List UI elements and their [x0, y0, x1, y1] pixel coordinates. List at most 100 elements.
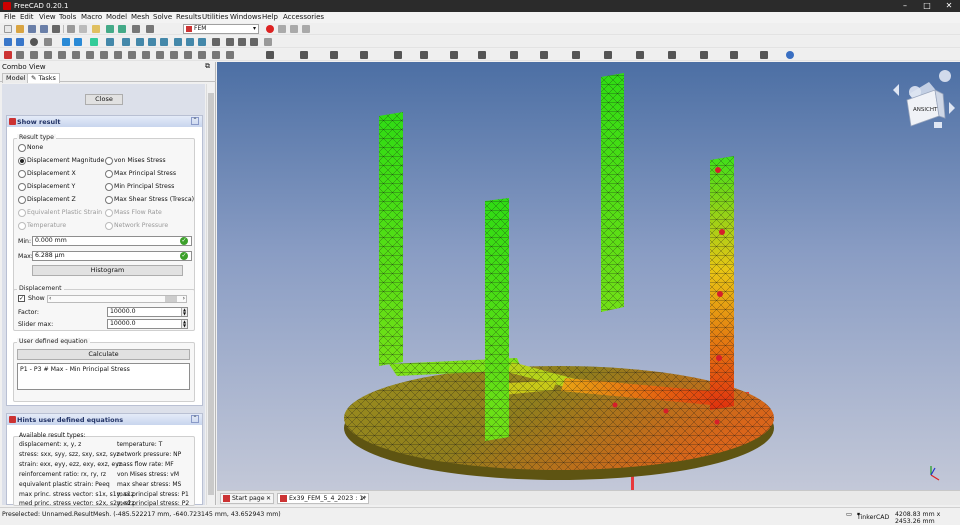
rotate-right-icon[interactable] — [939, 70, 951, 82]
measure-icon[interactable] — [212, 38, 220, 46]
top-view-icon[interactable] — [148, 38, 156, 46]
displacement-constraint-icon[interactable] — [72, 51, 80, 59]
mesh-region-icon[interactable] — [114, 51, 122, 59]
scrollbar-thumb[interactable] — [208, 93, 214, 495]
collapse-icon[interactable]: ⌃ — [191, 415, 199, 423]
show-checkbox[interactable]: ✓ — [18, 295, 25, 302]
front-view-icon[interactable] — [136, 38, 144, 46]
temperature-icon[interactable] — [394, 51, 402, 59]
pan-right-icon[interactable] — [949, 102, 955, 114]
tab-tasks[interactable]: ✎ Tasks — [27, 73, 60, 83]
show-result-icon[interactable] — [184, 51, 192, 59]
radio-max-shear[interactable]: Max Shear Stress (Tresca) — [105, 195, 194, 204]
fit-selection-icon[interactable] — [16, 38, 24, 46]
new-file-icon[interactable] — [4, 25, 12, 33]
histogram-button[interactable]: Histogram — [32, 265, 183, 276]
menu-tools[interactable]: Tools — [59, 13, 76, 21]
transform-icon[interactable] — [330, 51, 338, 59]
view-menu-icon[interactable] — [934, 122, 942, 128]
radio-none[interactable]: None — [18, 143, 43, 152]
paste-icon[interactable] — [92, 25, 100, 33]
radio-displacement-z[interactable]: Displacement Z — [18, 195, 76, 204]
tab-model[interactable]: Model — [2, 73, 30, 83]
initial-pressure-icon[interactable] — [478, 51, 486, 59]
scalar-clip-icon[interactable] — [212, 51, 220, 59]
menu-model[interactable]: Model — [106, 13, 127, 21]
material-icon[interactable] — [16, 51, 24, 59]
clipping-plane-icon[interactable] — [226, 38, 234, 46]
save-as-icon[interactable] — [40, 25, 48, 33]
radio-max-principal[interactable]: Max Principal Stress — [105, 169, 176, 178]
menu-edit[interactable]: Edit — [20, 13, 34, 21]
radio-displacement-x[interactable]: Displacement X — [18, 169, 76, 178]
arrow-left-icon[interactable] — [62, 38, 70, 46]
print-icon[interactable] — [52, 25, 60, 33]
sync-view-icon[interactable] — [90, 38, 98, 46]
warp-filter-icon[interactable] — [226, 51, 234, 59]
radio-min-principal[interactable]: Min Principal Stress — [105, 182, 174, 191]
heatflux-icon[interactable] — [360, 51, 368, 59]
close-task-button[interactable]: Close — [85, 94, 123, 105]
slider-thumb[interactable] — [165, 296, 177, 302]
min-value-field[interactable]: 0.000 mm — [32, 236, 192, 246]
displacement-slider[interactable]: ‹ › — [47, 295, 187, 303]
arrow-right-icon[interactable] — [74, 38, 82, 46]
planerotation-icon[interactable] — [604, 51, 612, 59]
sectionprint-icon[interactable] — [636, 51, 644, 59]
menu-file[interactable]: File — [4, 13, 16, 21]
refresh-icon[interactable] — [132, 25, 140, 33]
close-window-button[interactable]: ✕ — [938, 0, 960, 12]
navigation-cube[interactable]: ANSICHT — [893, 70, 955, 128]
pressure-constraint-icon[interactable] — [58, 51, 66, 59]
navigation-style-selector[interactable]: TinkerCAD ▾ — [857, 511, 889, 521]
spring-icon[interactable] — [572, 51, 580, 59]
close-tab-icon[interactable]: ✕ — [360, 495, 367, 502]
rear-view-icon[interactable] — [174, 38, 182, 46]
run-solver-icon[interactable] — [142, 51, 150, 59]
slider-max-spinbox[interactable]: 10000.0 ▲ ▼ — [107, 319, 188, 329]
menu-macro[interactable]: Macro — [81, 13, 102, 21]
macros-icon[interactable] — [290, 25, 298, 33]
undock-icon[interactable]: ⧉ — [205, 62, 210, 71]
maximize-button[interactable]: □ — [916, 0, 938, 12]
zoom-icon[interactable] — [106, 38, 114, 46]
clip-filter-icon[interactable] — [198, 51, 206, 59]
menu-results[interactable]: Results — [176, 13, 201, 21]
minimize-button[interactable]: – — [894, 0, 916, 12]
flow-velocity-icon[interactable] — [450, 51, 458, 59]
fit-all-icon[interactable] — [4, 38, 12, 46]
constraint-tie-icon[interactable] — [266, 51, 274, 59]
cut-icon[interactable] — [67, 25, 75, 33]
workbench-selector[interactable]: FEM ▾ — [183, 24, 259, 34]
sphere-icon[interactable] — [786, 51, 794, 59]
calculate-button[interactable]: Calculate — [17, 349, 190, 360]
open-file-icon[interactable] — [16, 25, 24, 33]
menu-utilities[interactable]: Utilities — [202, 13, 228, 21]
menu-accessories[interactable]: Accessories — [283, 13, 324, 21]
menu-view[interactable]: View — [39, 13, 56, 21]
beam-section-icon[interactable] — [730, 51, 738, 59]
radio-von-mises[interactable]: von Mises Stress — [105, 156, 166, 165]
force-constraint-icon[interactable] — [44, 51, 52, 59]
tab-start-page[interactable]: Start page ✕ — [220, 493, 274, 504]
isometric-view-icon[interactable] — [122, 38, 130, 46]
magnetization-icon[interactable] — [540, 51, 548, 59]
record-macro-icon[interactable] — [266, 25, 274, 33]
spin-arrows-icon[interactable]: ▲ ▼ — [181, 308, 187, 316]
close-tab-icon[interactable]: ✕ — [265, 495, 272, 502]
solver-icon[interactable] — [128, 51, 136, 59]
copy-icon[interactable] — [79, 25, 87, 33]
tab-document[interactable]: Ex39_FEM_5_4_2023 : 1* ✕ — [277, 493, 369, 504]
fixed-constraint-icon[interactable] — [30, 51, 38, 59]
centrif-icon[interactable] — [668, 51, 676, 59]
purge-results-icon[interactable] — [170, 51, 178, 59]
mesh-netgen-icon[interactable] — [86, 51, 94, 59]
selfweight-icon[interactable] — [700, 51, 708, 59]
analysis-container-icon[interactable] — [4, 51, 12, 59]
factor-spinbox[interactable]: 10000.0 ▲ ▼ — [107, 307, 188, 317]
radio-displacement-magnitude[interactable]: Displacement Magnitude — [18, 156, 104, 165]
results-icon[interactable] — [156, 51, 164, 59]
pan-left-icon[interactable] — [893, 84, 899, 96]
task-panel-scrollbar[interactable] — [206, 84, 214, 505]
collapse-icon[interactable]: ⌃ — [191, 117, 199, 125]
